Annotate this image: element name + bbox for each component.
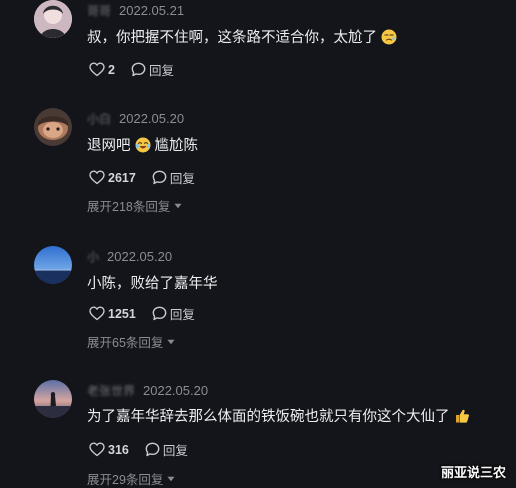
- avatar-image: [34, 246, 72, 284]
- heart-outline-icon: [89, 306, 105, 321]
- expand-replies-button[interactable]: 展开218条回复: [87, 196, 182, 215]
- speech-bubble-icon: [145, 442, 160, 457]
- avatar-image: [34, 380, 72, 418]
- avatar[interactable]: [34, 380, 72, 418]
- comment-text: 退网吧 尴尬陈: [87, 134, 198, 155]
- username[interactable]: 老张世界: [87, 382, 135, 399]
- caret-down-icon: [174, 203, 182, 208]
- comment-text: 叔，你把握不住啊，这条路不适合你，太尬了: [87, 26, 397, 47]
- speech-bubble-icon: [152, 170, 167, 185]
- comment-text-body: 为了嘉年华辞去那么体面的铁饭碗也就只有你这个大仙了: [87, 409, 450, 425]
- reply-button[interactable]: 回复: [152, 168, 195, 187]
- expand-replies-label: 展开29条回复: [87, 473, 164, 487]
- caret-down-icon: [167, 476, 175, 481]
- comment-text-after: 尴尬陈: [154, 138, 199, 154]
- like-count: 2617: [108, 170, 136, 185]
- heart-outline-icon: [89, 442, 105, 457]
- expand-replies-label: 展开218条回复: [87, 200, 171, 214]
- reply-label: 回复: [169, 172, 195, 186]
- reply-label: 回复: [169, 308, 195, 322]
- comment-text-before: 退网吧: [87, 138, 131, 154]
- username[interactable]: 小: [87, 248, 99, 265]
- caret-down-icon: [167, 339, 175, 344]
- avatar-image: [34, 108, 72, 146]
- speech-bubble-icon: [152, 306, 167, 321]
- comment-date: 2022.05.20: [119, 110, 185, 126]
- like-button[interactable]: 1251: [89, 306, 136, 321]
- comment-text: 小陈，败给了嘉年华: [87, 272, 218, 293]
- avatar[interactable]: [34, 0, 72, 38]
- speech-bubble-icon: [131, 62, 146, 77]
- comment-text-body: 小陈，败给了嘉年华: [87, 276, 218, 292]
- expand-replies-label: 展开65条回复: [87, 336, 164, 350]
- comment-date: 2022.05.20: [107, 248, 173, 264]
- heart-outline-icon: [89, 62, 105, 77]
- like-button[interactable]: 316: [89, 442, 129, 457]
- expand-replies-button[interactable]: 展开29条回复: [87, 469, 175, 488]
- reply-button[interactable]: 回复: [152, 304, 195, 323]
- crying-laughing-emoji-icon: [135, 137, 150, 152]
- reply-button[interactable]: 回复: [131, 60, 174, 79]
- thumbs-up-emoji-icon: [455, 409, 469, 423]
- username[interactable]: 哥哥: [87, 2, 111, 19]
- expand-replies-button[interactable]: 展开65条回复: [87, 332, 175, 351]
- reply-label: 回复: [148, 64, 174, 78]
- avatar-image: [34, 0, 72, 38]
- heart-outline-icon: [89, 170, 105, 185]
- reply-button[interactable]: 回复: [145, 440, 188, 459]
- avatar[interactable]: [34, 246, 72, 284]
- reply-label: 回复: [162, 444, 188, 458]
- avatar[interactable]: [34, 108, 72, 146]
- comment-date: 2022.05.20: [143, 382, 209, 398]
- watermark: 丽亚说三农: [440, 465, 506, 480]
- like-count: 316: [108, 442, 129, 457]
- username[interactable]: 小白: [87, 110, 111, 127]
- like-count: 1251: [108, 306, 136, 321]
- comment-text: 为了嘉年华辞去那么体面的铁饭碗也就只有你这个大仙了: [87, 405, 470, 426]
- like-button[interactable]: 2617: [89, 170, 136, 185]
- like-button[interactable]: 2: [89, 62, 115, 77]
- awkward-emoji-icon: [381, 29, 397, 44]
- comment-text-body: 叔，你把握不住啊，这条路不适合你，太尬了: [87, 30, 377, 46]
- comment-date: 2022.05.21: [119, 2, 185, 18]
- like-count: 2: [108, 62, 115, 77]
